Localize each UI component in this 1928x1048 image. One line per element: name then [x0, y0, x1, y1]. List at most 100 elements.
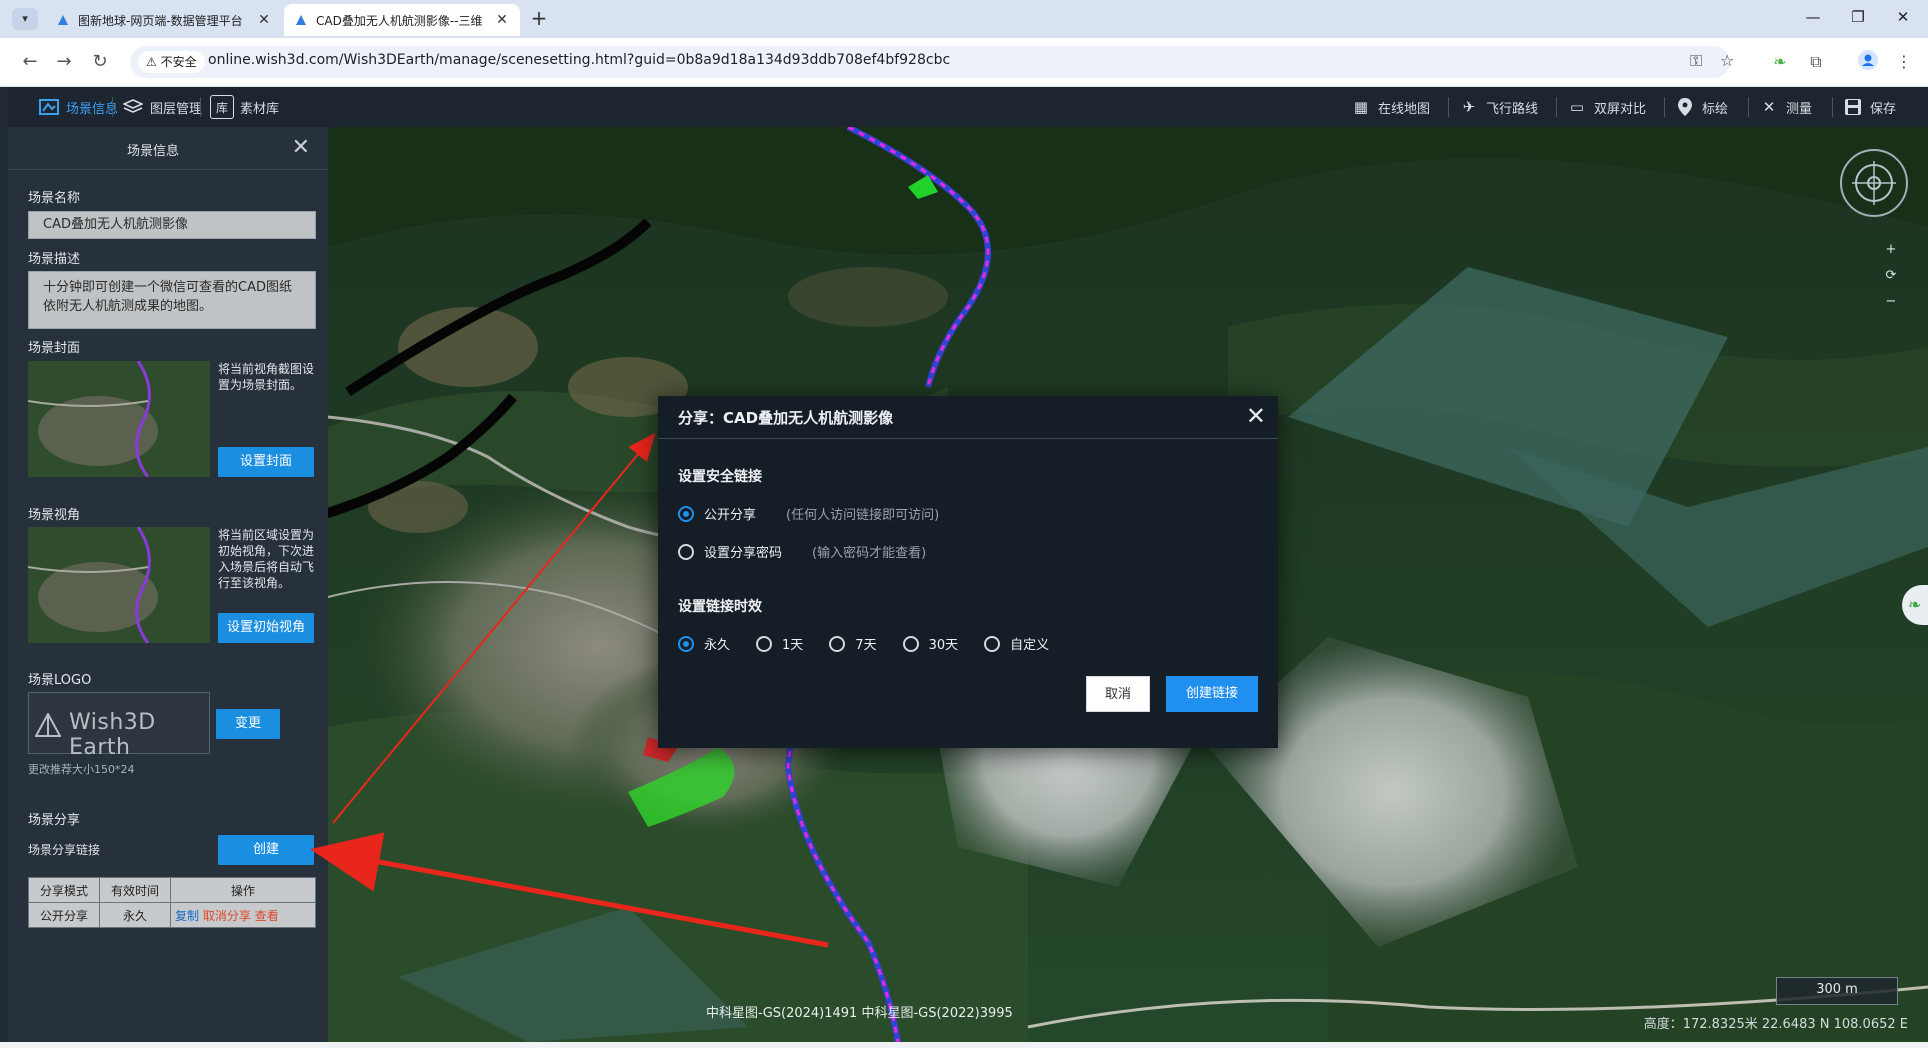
toolbar-label: 场景信息: [66, 101, 119, 117]
radio-button[interactable]: [984, 635, 1001, 652]
toolbar-library[interactable]: 库 素材库: [210, 87, 279, 127]
radio-label: 永久: [704, 638, 731, 653]
scene-name-input[interactable]: CAD叠加无人机航测影像: [28, 211, 316, 239]
toolbar-label: 双屏对比: [1594, 101, 1647, 117]
scene-name-label: 场景名称: [28, 191, 81, 206]
scene-view-description: 将当前区域设置为初始视角，下次进入场景后将自动飞行至该视角。: [218, 528, 315, 590]
tab-search-chevron-icon[interactable]: ▾: [12, 8, 38, 30]
minimize-icon[interactable]: —: [1798, 8, 1828, 26]
scene-view-label: 场景视角: [28, 508, 81, 523]
url-text[interactable]: online.wish3d.com/Wish3DEarth/manage/sce…: [208, 52, 950, 68]
back-arrow-icon[interactable]: ←: [18, 50, 42, 74]
scene-share-label: 场景分享: [28, 813, 81, 828]
toolbar-online-map[interactable]: ▦ 在线地图: [1350, 87, 1430, 127]
radio-label: 30天: [928, 638, 959, 653]
browser-tab-scene[interactable]: CAD叠加无人机航测影像--三维 ✕: [284, 4, 520, 36]
tab-close-icon[interactable]: ✕: [256, 12, 272, 28]
password-key-icon[interactable]: ⚿: [1690, 51, 1702, 71]
extensions-puzzle-icon[interactable]: ⧉: [1804, 50, 1828, 74]
url-omnibox[interactable]: ⚠ 不安全 online.wish3d.com/Wish3DEarth/mana…: [130, 46, 1734, 78]
table-header-cell: 有效时间: [99, 877, 171, 903]
copy-link[interactable]: 复制: [175, 909, 199, 923]
toolbar-label: 测量: [1786, 101, 1813, 117]
expiry-option-1day[interactable]: 1天: [756, 634, 803, 653]
logo-size-hint: 更改推荐大小150*24: [28, 763, 135, 776]
expiry-option-forever[interactable]: 永久: [678, 634, 730, 653]
radio-button[interactable]: [829, 635, 846, 652]
scene-desc-textarea[interactable]: 十分钟即可创建一个微信可查看的CAD图纸依附无人机航测成果的地图。: [28, 271, 316, 329]
scene-cover-label: 场景封面: [28, 341, 81, 356]
expiry-option-custom[interactable]: 自定义: [984, 634, 1049, 653]
reload-icon[interactable]: ↻: [88, 50, 112, 74]
extension-leaf-icon[interactable]: ❧: [1768, 50, 1792, 74]
scene-desc-label: 场景描述: [28, 252, 81, 267]
view-link[interactable]: 查看: [255, 909, 279, 923]
share-mode-cell: 公开分享: [28, 902, 100, 928]
scene-info-icon: [38, 96, 60, 118]
change-logo-button[interactable]: 变更: [216, 709, 280, 739]
new-tab-plus-icon[interactable]: +: [528, 8, 550, 30]
toolbar-label: 保存: [1870, 101, 1897, 117]
share-link-label: 场景分享链接: [28, 843, 101, 857]
measure-icon: ✕: [1762, 98, 1776, 116]
profile-avatar-icon[interactable]: [1856, 50, 1880, 74]
radio-label: 1天: [782, 638, 804, 653]
toolbar-label: 图层管理: [150, 101, 203, 117]
cancel-share-link[interactable]: 取消分享: [203, 909, 251, 923]
radio-button[interactable]: [678, 543, 694, 560]
restore-icon[interactable]: ❐: [1843, 8, 1873, 26]
toolbar-flight-route[interactable]: ✈ 飞行路线: [1458, 87, 1538, 127]
radio-button[interactable]: [902, 635, 919, 652]
toolbar-measure[interactable]: ✕ 测量: [1758, 87, 1812, 127]
save-icon: [1842, 96, 1864, 118]
compass-icon[interactable]: [1840, 149, 1908, 217]
dialog-close-icon[interactable]: ✕: [1246, 404, 1266, 428]
scene-cover-thumbnail: [28, 361, 210, 477]
create-share-button[interactable]: 创建: [218, 835, 314, 865]
set-cover-button[interactable]: 设置封面: [218, 447, 314, 477]
window-close-icon[interactable]: ✕: [1888, 8, 1918, 26]
layers-icon: [122, 96, 144, 118]
set-initial-view-button[interactable]: 设置初始视角: [218, 613, 314, 643]
online-map-icon: ▦: [1353, 98, 1369, 116]
radio-password-share[interactable]: 设置分享密码 (输入密码才能查看): [678, 542, 926, 561]
tab-close-icon[interactable]: ✕: [494, 12, 510, 28]
reset-view-button[interactable]: ⟳: [1880, 263, 1902, 289]
toolbar-marker[interactable]: 标绘: [1674, 87, 1728, 127]
expiry-title: 设置链接时效: [678, 599, 762, 615]
browser-menu-icon[interactable]: ⋮: [1892, 50, 1916, 74]
logo-text: Wish3D Earth: [69, 710, 156, 760]
scene-logo-preview: Wish3D Earth: [28, 692, 210, 760]
toolbar-label: 标绘: [1702, 101, 1729, 117]
wish3d-logo-icon: [35, 713, 61, 737]
browser-tab-strip: ▾ 图新地球-网页端-数据管理平台 ✕ CAD叠加无人机航测影像--三维 ✕ +…: [0, 0, 1928, 38]
expiry-options: 永久 1天 7天 30天 自定义: [678, 634, 1075, 653]
wish3d-favicon-icon: [296, 15, 306, 25]
toolbar-scene-info[interactable]: 场景信息: [38, 87, 118, 127]
radio-button[interactable]: [678, 505, 694, 522]
expiry-option-7day[interactable]: 7天: [829, 634, 877, 653]
radio-public-share[interactable]: 公开分享 (任何人访问链接即可访问): [678, 504, 939, 523]
expiry-option-30day[interactable]: 30天: [902, 634, 959, 653]
radio-button[interactable]: [756, 635, 773, 652]
security-chip[interactable]: ⚠ 不安全: [138, 51, 205, 73]
zoom-out-button[interactable]: −: [1880, 289, 1902, 315]
toolbar-layer-manage[interactable]: 图层管理: [122, 87, 202, 127]
panel-close-icon[interactable]: ✕: [292, 137, 310, 159]
zoom-in-button[interactable]: +: [1880, 237, 1902, 263]
forward-arrow-icon[interactable]: →: [52, 50, 76, 74]
dual-screen-icon: ▭: [1569, 98, 1585, 116]
share-dialog: 分享：CAD叠加无人机航测影像 ✕ 设置安全链接 公开分享 (任何人访问链接即可…: [658, 396, 1278, 748]
toolbar-save[interactable]: 保存: [1842, 87, 1896, 127]
radio-button[interactable]: [678, 635, 694, 652]
scale-bar: 300 m: [1776, 977, 1898, 1005]
cancel-button[interactable]: 取消: [1086, 676, 1150, 712]
toolbar-divider: [1748, 97, 1749, 117]
dialog-title: 分享：CAD叠加无人机航测影像: [678, 409, 894, 427]
toolbar-dual-screen[interactable]: ▭ 双屏对比: [1566, 87, 1646, 127]
toolbar-label: 素材库: [240, 101, 280, 117]
share-actions-cell: 复制 取消分享 查看: [170, 902, 316, 928]
create-link-button[interactable]: 创建链接: [1166, 676, 1258, 712]
browser-tab-data-platform[interactable]: 图新地球-网页端-数据管理平台 ✕: [46, 4, 282, 36]
bookmark-star-icon[interactable]: ☆: [1720, 51, 1734, 70]
